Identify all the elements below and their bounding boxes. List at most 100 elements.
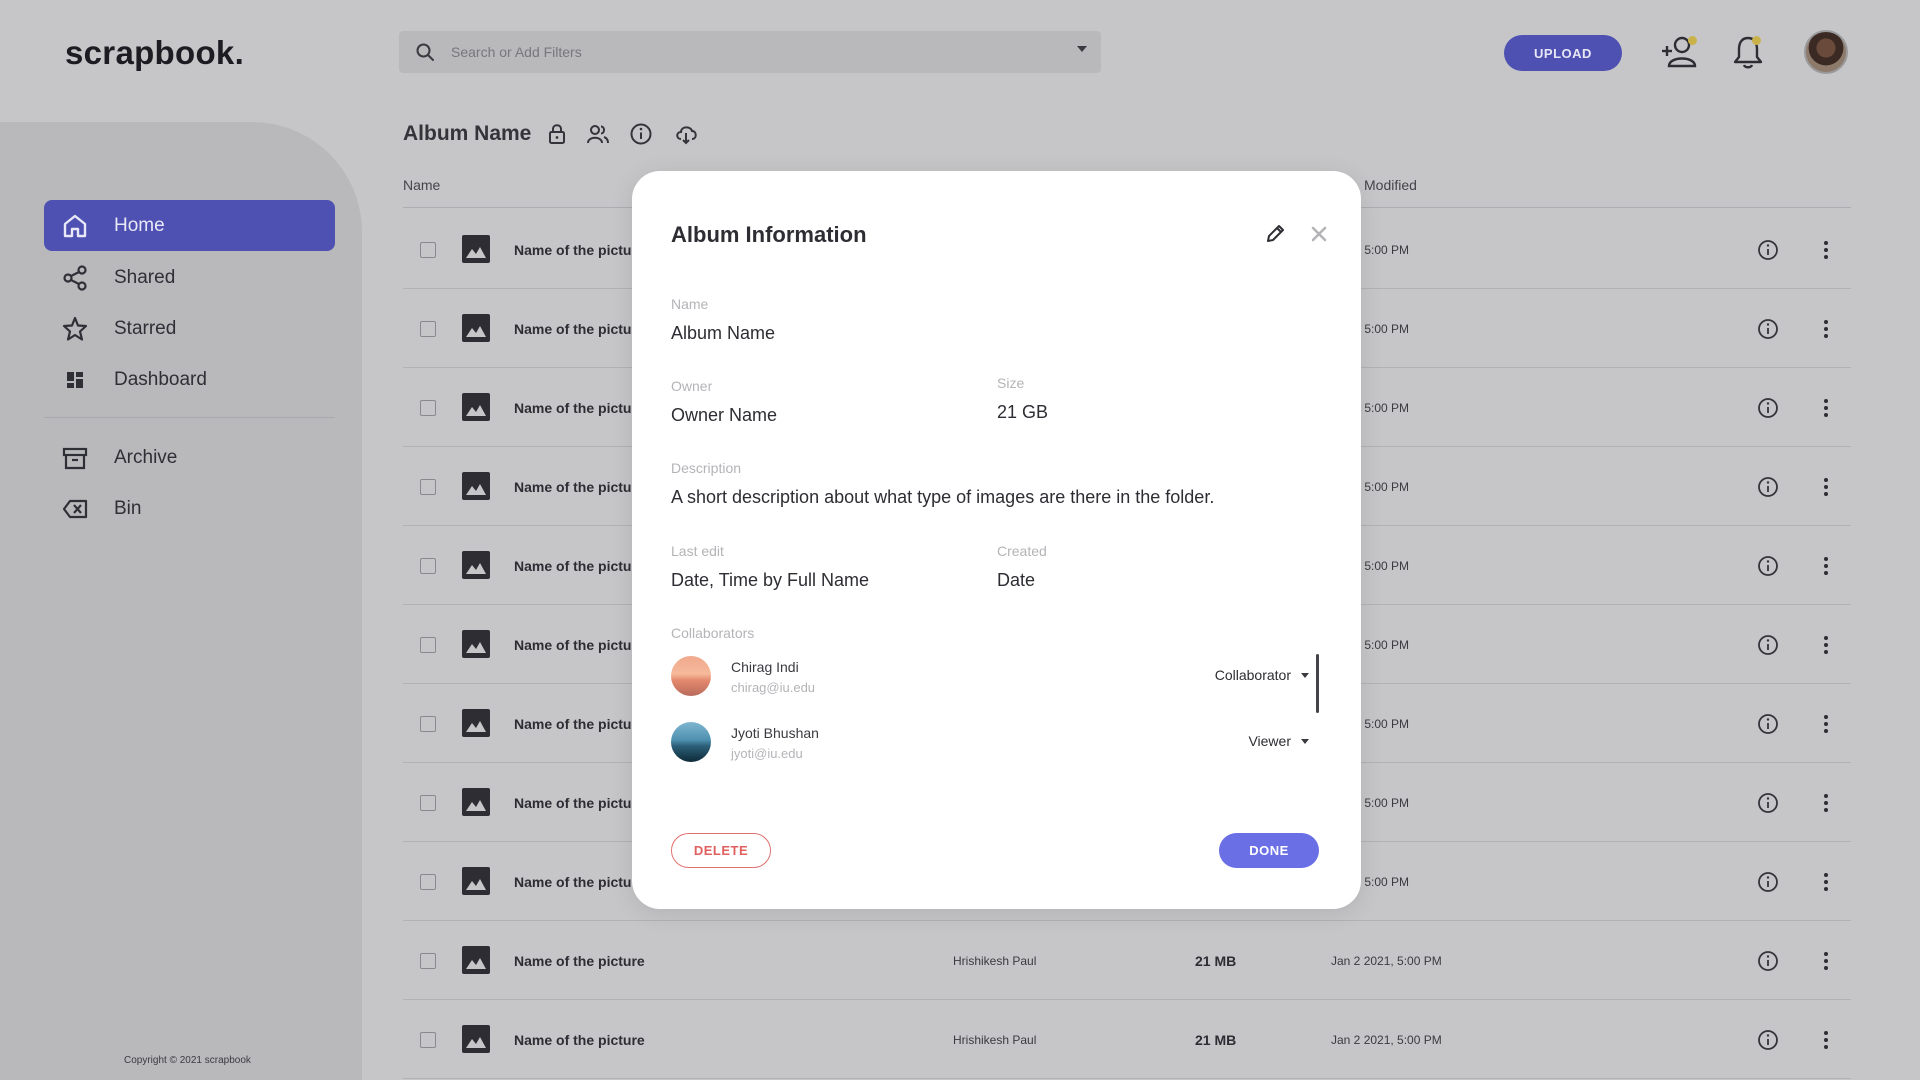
more-vertical-icon[interactable] — [1815, 239, 1837, 261]
info-icon[interactable] — [1757, 950, 1779, 972]
sidebar-item-home[interactable]: Home — [44, 200, 335, 251]
row-checkbox[interactable] — [420, 558, 436, 574]
edit-icon[interactable] — [1264, 223, 1286, 245]
info-icon[interactable] — [1757, 239, 1779, 261]
home-icon — [63, 214, 87, 238]
image-icon — [462, 788, 490, 816]
sidebar-item-starred[interactable]: Starred — [44, 303, 335, 354]
lock-icon[interactable] — [545, 122, 569, 146]
info-icon[interactable] — [629, 122, 653, 146]
row-checkbox[interactable] — [420, 795, 436, 811]
image-icon — [462, 709, 490, 737]
info-icon[interactable] — [1757, 713, 1779, 735]
row-checkbox[interactable] — [420, 716, 436, 732]
more-vertical-icon[interactable] — [1815, 476, 1837, 498]
file-owner: Hrishikesh Paul — [953, 954, 1037, 968]
file-name[interactable]: Name of the pictu — [514, 242, 631, 258]
row-checkbox[interactable] — [420, 874, 436, 890]
file-owner: Hrishikesh Paul — [953, 1033, 1037, 1047]
size-value: 21 GB — [997, 402, 1049, 422]
more-vertical-icon[interactable] — [1815, 871, 1837, 893]
size-label: Size — [997, 375, 1025, 391]
info-icon[interactable] — [1757, 476, 1779, 498]
more-vertical-icon[interactable] — [1815, 397, 1837, 419]
share-icon — [63, 265, 87, 291]
more-vertical-icon[interactable] — [1815, 555, 1837, 577]
dashboard-icon — [67, 372, 83, 388]
upload-button[interactable]: UPLOAD — [1504, 35, 1622, 71]
sidebar-item-bin[interactable]: Bin — [44, 483, 335, 534]
info-icon[interactable] — [1757, 318, 1779, 340]
filter-dropdown-icon[interactable] — [1077, 46, 1087, 52]
info-icon[interactable] — [1757, 555, 1779, 577]
row-checkbox[interactable] — [420, 321, 436, 337]
more-vertical-icon[interactable] — [1815, 792, 1837, 814]
owner-value: Owner Name — [671, 405, 778, 425]
last-edit-label: Last edit — [671, 543, 724, 559]
file-name[interactable]: Name of the pictu — [514, 321, 631, 337]
row-checkbox[interactable] — [420, 1032, 436, 1048]
column-header-modified[interactable]: Modified — [1364, 177, 1417, 193]
row-checkbox[interactable] — [420, 479, 436, 495]
image-icon — [462, 1025, 490, 1053]
file-name[interactable]: Name of the pictu — [514, 479, 631, 495]
role-value: Viewer — [1248, 733, 1291, 749]
file-name[interactable]: Name of the pictu — [514, 874, 631, 890]
table-row[interactable]: Name of the picture Hrishikesh Paul 21 MB J… — [403, 921, 1851, 1000]
image-icon — [462, 314, 490, 342]
cloud-download-icon[interactable] — [674, 122, 698, 146]
search-input[interactable]: Search or Add Filters — [451, 44, 582, 60]
info-icon[interactable] — [1757, 634, 1779, 656]
row-checkbox[interactable] — [420, 400, 436, 416]
table-row[interactable]: Name of the picture Hrishikesh Paul 21 MB J… — [403, 1000, 1851, 1079]
sidebar-item-label: Archive — [114, 446, 178, 468]
collaborators-scrollbar[interactable] — [1316, 654, 1319, 713]
search-icon — [416, 43, 434, 61]
role-dropdown[interactable]: Viewer — [1248, 733, 1309, 749]
image-icon — [462, 630, 490, 658]
file-name[interactable]: Name of the pictu — [514, 716, 631, 732]
info-icon[interactable] — [1757, 792, 1779, 814]
dialog-title: Album Information — [671, 222, 867, 247]
name-label: Name — [671, 296, 709, 312]
people-icon[interactable] — [586, 122, 610, 146]
file-name[interactable]: Name of the pictu — [514, 637, 631, 653]
collaborator-name: Chirag Indi — [731, 659, 799, 675]
more-vertical-icon[interactable] — [1815, 713, 1837, 735]
close-icon[interactable] — [1310, 225, 1328, 243]
row-checkbox[interactable] — [420, 953, 436, 969]
file-name[interactable]: Name of the picture — [514, 953, 645, 969]
sidebar-item-dashboard[interactable]: Dashboard — [44, 354, 335, 405]
file-name[interactable]: Name of the picture — [514, 1032, 645, 1048]
collaborator-email: chirag@iu.edu — [731, 680, 816, 695]
info-icon[interactable] — [1757, 871, 1779, 893]
file-name[interactable]: Name of the pictu — [514, 400, 631, 416]
sidebar-item-archive[interactable]: Archive — [44, 432, 335, 483]
image-icon — [462, 472, 490, 500]
info-icon[interactable] — [1757, 397, 1779, 419]
user-avatar[interactable] — [1804, 30, 1848, 74]
more-vertical-icon[interactable] — [1815, 634, 1837, 656]
delete-button[interactable]: DELETE — [671, 833, 771, 868]
sidebar-item-shared[interactable]: Shared — [44, 252, 335, 303]
more-vertical-icon[interactable] — [1815, 950, 1837, 972]
column-header-name[interactable]: Name — [403, 177, 440, 193]
row-checkbox[interactable] — [420, 637, 436, 653]
role-dropdown[interactable]: Collaborator — [1215, 667, 1309, 683]
app-logo[interactable]: scrapbook. — [65, 34, 244, 72]
search-bar[interactable]: Search or Add Filters — [399, 31, 1101, 73]
info-icon[interactable] — [1757, 1029, 1779, 1051]
more-vertical-icon[interactable] — [1815, 318, 1837, 340]
file-name[interactable]: Name of the pictu — [514, 558, 631, 574]
sidebar-item-label: Bin — [114, 497, 142, 519]
done-button[interactable]: DONE — [1219, 833, 1319, 868]
description-value: A short description about what type of i… — [671, 487, 1215, 507]
more-vertical-icon[interactable] — [1815, 1029, 1837, 1051]
image-icon — [462, 235, 490, 263]
avatar — [671, 656, 711, 696]
file-modified-date: Jan 2 2021, 5:00 PM — [1331, 954, 1442, 968]
owner-label: Owner — [671, 378, 713, 394]
image-icon — [462, 393, 490, 421]
row-checkbox[interactable] — [420, 242, 436, 258]
file-name[interactable]: Name of the pictu — [514, 795, 631, 811]
